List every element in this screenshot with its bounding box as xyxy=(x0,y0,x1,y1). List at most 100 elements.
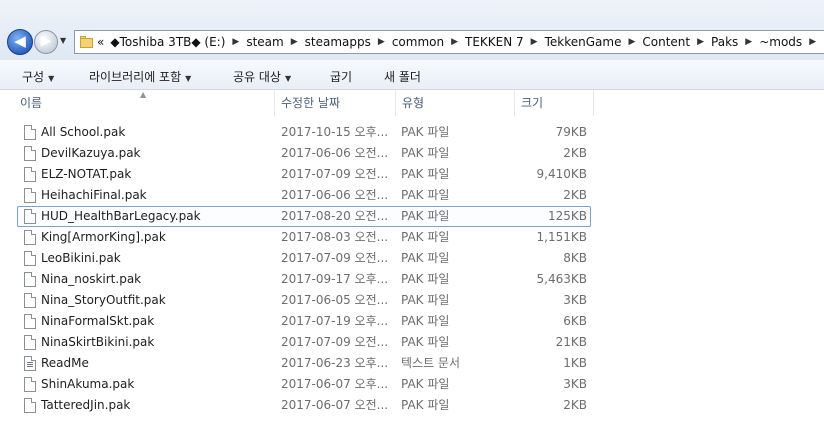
file-date-modified: 2017-06-07 오전... xyxy=(281,398,389,412)
file-row[interactable]: LeoBikini.pak 2017-07-09 오전... PAK 파일 8KB xyxy=(0,248,824,269)
breadcrumb-item[interactable]: TEKKEN 7 xyxy=(465,35,524,49)
burn-label: 굽기 xyxy=(330,70,353,84)
file-icon xyxy=(24,209,36,224)
file-size: 9,410KB xyxy=(536,167,587,181)
file-icon xyxy=(24,293,36,308)
command-bar: 구성 ▼ 라이브러리에 포함 ▼ 공유 대상 ▼ 굽기 새 폴더 xyxy=(0,60,824,90)
file-date-modified: 2017-07-19 오후... xyxy=(281,314,389,328)
file-size: 1KB xyxy=(563,356,587,370)
column-header: 이름 수정한 날짜 유형 크기 xyxy=(0,90,824,116)
column-type[interactable]: 유형 xyxy=(396,90,514,116)
file-name: All School.pak xyxy=(41,125,126,139)
breadcrumb-item[interactable]: common xyxy=(392,35,444,49)
file-size: 3KB xyxy=(563,293,587,307)
breadcrumb-separator-icon[interactable]: ▶ xyxy=(531,37,538,47)
new-folder-button[interactable]: 새 폴더 xyxy=(384,68,421,85)
breadcrumb-item[interactable]: ◆Toshiba 3TB◆ (E:) xyxy=(110,35,225,49)
breadcrumb-separator-icon[interactable]: ▶ xyxy=(451,37,458,47)
file-row[interactable]: ELZ-NOTAT.pak 2017-07-09 오전... PAK 파일 9,410… xyxy=(0,164,824,185)
column-date-modified[interactable]: 수정한 날짜 xyxy=(275,90,395,116)
breadcrumb-separator-icon[interactable]: ▶ xyxy=(809,37,816,47)
breadcrumb-item[interactable]: TekkenGame xyxy=(545,35,622,49)
breadcrumb-separator-icon[interactable]: ▶ xyxy=(745,37,752,47)
file-list: All School.pak 2017-10-15 오후... PAK 파일 79KB… xyxy=(0,122,824,416)
file-row[interactable]: NinaSkirtBikini.pak 2017-07-09 오전... PAK 파… xyxy=(0,332,824,353)
breadcrumb-separator-icon[interactable]: ▶ xyxy=(291,37,298,47)
file-icon xyxy=(24,335,36,350)
breadcrumb-separator-icon[interactable]: ▶ xyxy=(378,37,385,47)
file-icon xyxy=(24,251,36,266)
breadcrumb: « ◆Toshiba 3TB◆ (E:) ▶ steam ▶ steamapps ▶ com… xyxy=(97,31,823,53)
breadcrumb-separator-icon[interactable]: ▶ xyxy=(232,37,239,47)
file-type: PAK 파일 xyxy=(401,230,450,244)
file-type: PAK 파일 xyxy=(401,188,450,202)
breadcrumb-separator-icon[interactable]: ▶ xyxy=(628,37,635,47)
file-type: PAK 파일 xyxy=(401,209,450,223)
breadcrumb-item[interactable]: steam xyxy=(246,35,283,49)
breadcrumb-item[interactable]: Paks xyxy=(711,35,738,49)
file-row[interactable]: HeihachiFinal.pak 2017-06-06 오전... PAK 파일 2… xyxy=(0,185,824,206)
file-size: 2KB xyxy=(563,188,587,202)
file-row[interactable]: DevilKazuya.pak 2017-06-06 오전... PAK 파일 2KB xyxy=(0,143,824,164)
file-size: 2KB xyxy=(563,146,587,160)
file-icon xyxy=(24,146,36,161)
chevron-down-icon: ▼ xyxy=(185,74,192,83)
forward-arrow-icon[interactable]: ▶ xyxy=(34,30,58,54)
file-type: PAK 파일 xyxy=(401,398,450,412)
file-name: ShinAkuma.pak xyxy=(41,377,135,391)
file-type: PAK 파일 xyxy=(401,251,450,265)
file-row[interactable]: All School.pak 2017-10-15 오후... PAK 파일 79KB xyxy=(0,122,824,143)
burn-button[interactable]: 굽기 xyxy=(330,68,352,85)
column-size[interactable]: 크기 xyxy=(515,90,593,116)
folder-icon xyxy=(80,35,94,49)
new-folder-label: 새 폴더 xyxy=(384,70,421,84)
file-name: ReadMe xyxy=(41,356,89,370)
back-arrow-icon[interactable]: ◀ xyxy=(7,29,33,55)
file-type: PAK 파일 xyxy=(401,335,450,349)
file-type: PAK 파일 xyxy=(401,167,450,181)
file-row[interactable]: ReadMe 2017-06-23 오후... 텍스트 문서 1KB xyxy=(0,353,824,374)
file-row[interactable]: NinaFormalSkt.pak 2017-07-19 오후... PAK 파일 6… xyxy=(0,311,824,332)
share-with-label: 공유 대상 xyxy=(233,70,281,84)
breadcrumb-overflow-button[interactable]: « xyxy=(97,35,104,49)
file-icon xyxy=(24,377,36,392)
file-date-modified: 2017-09-17 오후... xyxy=(281,272,389,286)
file-row[interactable]: TatteredJin.pak 2017-06-07 오전... PAK 파일 2KB xyxy=(0,395,824,416)
file-icon xyxy=(24,230,36,245)
organize-label: 구성 xyxy=(22,70,45,84)
breadcrumb-item[interactable]: Content xyxy=(642,35,690,49)
file-icon xyxy=(24,167,36,182)
file-date-modified: 2017-07-09 오전... xyxy=(281,251,389,265)
file-row[interactable]: King[ArmorKing].pak 2017-08-03 오전... PAK 파… xyxy=(0,227,824,248)
file-row[interactable]: Nina_StoryOutfit.pak 2017-06-05 오전... PAK … xyxy=(0,290,824,311)
file-type: PAK 파일 xyxy=(401,293,450,307)
share-with-button[interactable]: 공유 대상 ▼ xyxy=(233,68,291,85)
include-in-library-button[interactable]: 라이브러리에 포함 ▼ xyxy=(89,68,191,85)
breadcrumb-separator-icon[interactable]: ▶ xyxy=(697,37,704,47)
navigation-bar: ◀ ▶ ▼ « ◆Toshiba 3TB◆ (E:) ▶ steam ▶ steamap… xyxy=(0,0,824,60)
file-name: Nina_StoryOutfit.pak xyxy=(41,293,166,307)
file-size: 79KB xyxy=(555,125,587,139)
file-date-modified: 2017-07-09 오전... xyxy=(281,335,389,349)
column-divider[interactable] xyxy=(593,90,594,116)
file-name: NinaSkirtBikini.pak xyxy=(41,335,155,349)
file-size: 1,151KB xyxy=(536,230,587,244)
file-size: 21KB xyxy=(555,335,587,349)
file-size: 3KB xyxy=(563,377,587,391)
file-row[interactable]: HUD_HealthBarLegacy.pak 2017-08-20 오전... P… xyxy=(0,206,824,227)
file-size: 2KB xyxy=(563,398,587,412)
file-name: NinaFormalSkt.pak xyxy=(41,314,155,328)
file-date-modified: 2017-06-05 오전... xyxy=(281,293,389,307)
breadcrumb-item[interactable]: steamapps xyxy=(305,35,371,49)
file-row[interactable]: ShinAkuma.pak 2017-06-07 오후... PAK 파일 3KB xyxy=(0,374,824,395)
address-bar[interactable]: « ◆Toshiba 3TB◆ (E:) ▶ steam ▶ steamapps ▶ com… xyxy=(74,30,824,54)
file-date-modified: 2017-10-15 오후... xyxy=(281,125,389,139)
file-row[interactable]: Nina_noskirt.pak 2017-09-17 오후... PAK 파일 5,… xyxy=(0,269,824,290)
chevron-down-icon: ▼ xyxy=(284,74,292,83)
file-size: 8KB xyxy=(563,251,587,265)
organize-menu-button[interactable]: 구성 ▼ xyxy=(22,68,54,85)
recent-pages-dropdown-icon[interactable]: ▼ xyxy=(60,36,66,45)
breadcrumb-item[interactable]: ~mods xyxy=(759,35,802,49)
file-name: ELZ-NOTAT.pak xyxy=(41,167,132,181)
file-name: LeoBikini.pak xyxy=(41,251,121,265)
